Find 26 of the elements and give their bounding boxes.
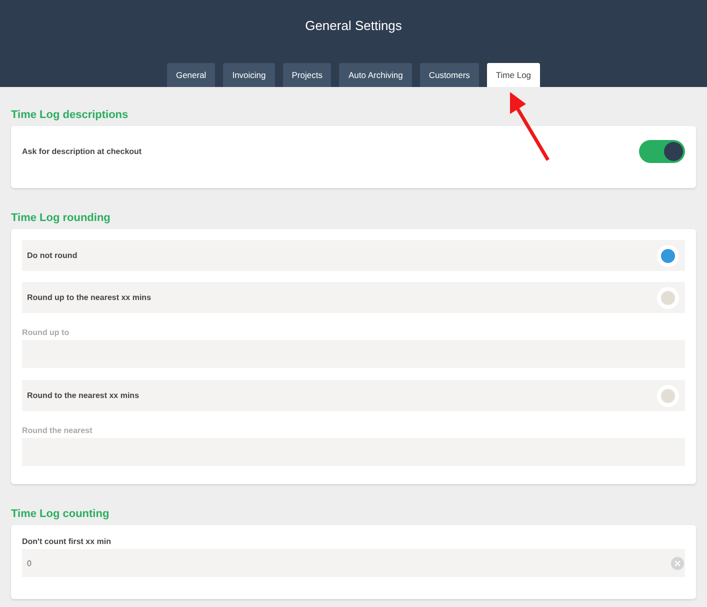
radio-button[interactable] xyxy=(657,384,679,406)
toggle-switch[interactable] xyxy=(639,140,685,163)
tab[interactable]: Projects xyxy=(282,63,332,87)
field-label: Round up to xyxy=(22,328,70,337)
tab[interactable]: Auto Archiving xyxy=(339,63,412,87)
option-label: Do not round xyxy=(27,251,78,260)
page-title: General Settings xyxy=(305,18,402,33)
section-heading: Time Log descriptions xyxy=(11,109,130,121)
setting-label: Ask for description at checkout xyxy=(22,147,142,156)
tab[interactable]: Time Log xyxy=(486,63,540,87)
option-label: Round up to the nearest xx mins xyxy=(27,293,152,302)
option-row[interactable]: Round up to the nearest xx mins xyxy=(22,282,685,313)
clear-icon[interactable] xyxy=(671,556,684,570)
option-row[interactable]: Do not round xyxy=(22,240,685,271)
section-heading: Time Log rounding xyxy=(11,212,112,224)
radio-button[interactable] xyxy=(657,286,679,308)
tab[interactable]: General xyxy=(166,63,216,87)
tab[interactable]: Customers xyxy=(420,63,479,87)
field-label: Don't count first xx min xyxy=(22,537,112,546)
input-field[interactable]: 0 xyxy=(22,549,685,577)
section-heading: Time Log counting xyxy=(11,508,110,520)
option-label: Round to the nearest xx mins xyxy=(27,391,140,400)
field-label: Round the nearest xyxy=(22,426,94,435)
tab[interactable]: Invoicing xyxy=(223,63,275,87)
radio-button[interactable] xyxy=(657,244,679,266)
option-row[interactable]: Round to the nearest xx mins xyxy=(22,380,685,411)
